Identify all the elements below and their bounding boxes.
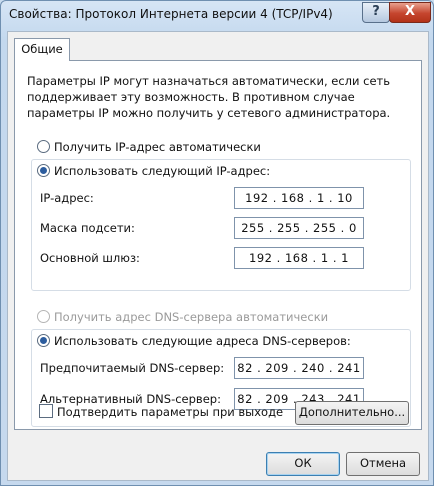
ip-group: Использовать следующий IP-адрес: IP-адре… — [31, 159, 411, 291]
ip-auto-radio[interactable] — [37, 140, 50, 153]
validate-option[interactable]: Подтвердить параметры при выходе — [39, 404, 283, 419]
tab-general[interactable]: Общие — [14, 38, 70, 61]
dialog-body: Общие Параметры IP могут назначаться авт… — [7, 31, 429, 481]
default-gateway-input[interactable]: 192 . 168 . 1 . 1 — [234, 247, 364, 269]
close-button[interactable]: X — [389, 2, 431, 23]
dns-auto-radio[interactable] — [37, 310, 50, 323]
subnet-mask-input[interactable]: 255 . 255 . 255 . 0 — [234, 217, 364, 239]
subnet-mask-label: Маска подсети: — [40, 221, 135, 235]
ok-button[interactable]: ОК — [266, 452, 340, 476]
window-title: Свойства: Протокол Интернета версии 4 (T… — [9, 7, 333, 21]
dns-manual-radio[interactable] — [37, 334, 50, 347]
cancel-button[interactable]: Отмена — [346, 452, 420, 476]
preferred-dns-input[interactable]: 82 . 209 . 240 . 241 — [234, 357, 364, 379]
ip-address-input[interactable]: 192 . 168 . 1 . 10 — [234, 187, 364, 209]
validate-checkbox[interactable] — [39, 404, 53, 418]
tab-page-general: Параметры IP могут назначаться автоматич… — [14, 60, 422, 430]
dns-manual-label: Использовать следующие адреса DNS-сервер… — [54, 334, 351, 348]
intro-text: Параметры IP могут назначаться автоматич… — [27, 74, 391, 120]
advanced-button[interactable]: Дополнительно... — [295, 401, 409, 425]
title-bar[interactable]: Свойства: Протокол Интернета версии 4 (T… — [1, 1, 433, 31]
default-gateway-label: Основной шлюз: — [40, 251, 140, 265]
ip-auto-label: Получить IP-адрес автоматически — [54, 140, 261, 154]
dialog-window: Свойства: Протокол Интернета версии 4 (T… — [0, 0, 434, 486]
help-button[interactable]: ? — [362, 2, 390, 23]
ip-manual-radio[interactable] — [37, 164, 50, 177]
ip-manual-option[interactable]: Использовать следующий IP-адрес: — [37, 164, 270, 178]
validate-label: Подтвердить параметры при выходе — [57, 405, 284, 419]
dns-manual-option[interactable]: Использовать следующие адреса DNS-сервер… — [37, 334, 351, 348]
preferred-dns-label: Предпочитаемый DNS-сервер: — [40, 361, 225, 375]
ip-auto-option[interactable]: Получить IP-адрес автоматически — [37, 140, 261, 154]
dns-auto-option[interactable]: Получить адрес DNS-сервера автоматически — [37, 310, 328, 324]
ip-address-label: IP-адрес: — [40, 191, 94, 205]
ip-manual-label: Использовать следующий IP-адрес: — [54, 164, 271, 178]
dns-auto-label: Получить адрес DNS-сервера автоматически — [54, 310, 329, 324]
